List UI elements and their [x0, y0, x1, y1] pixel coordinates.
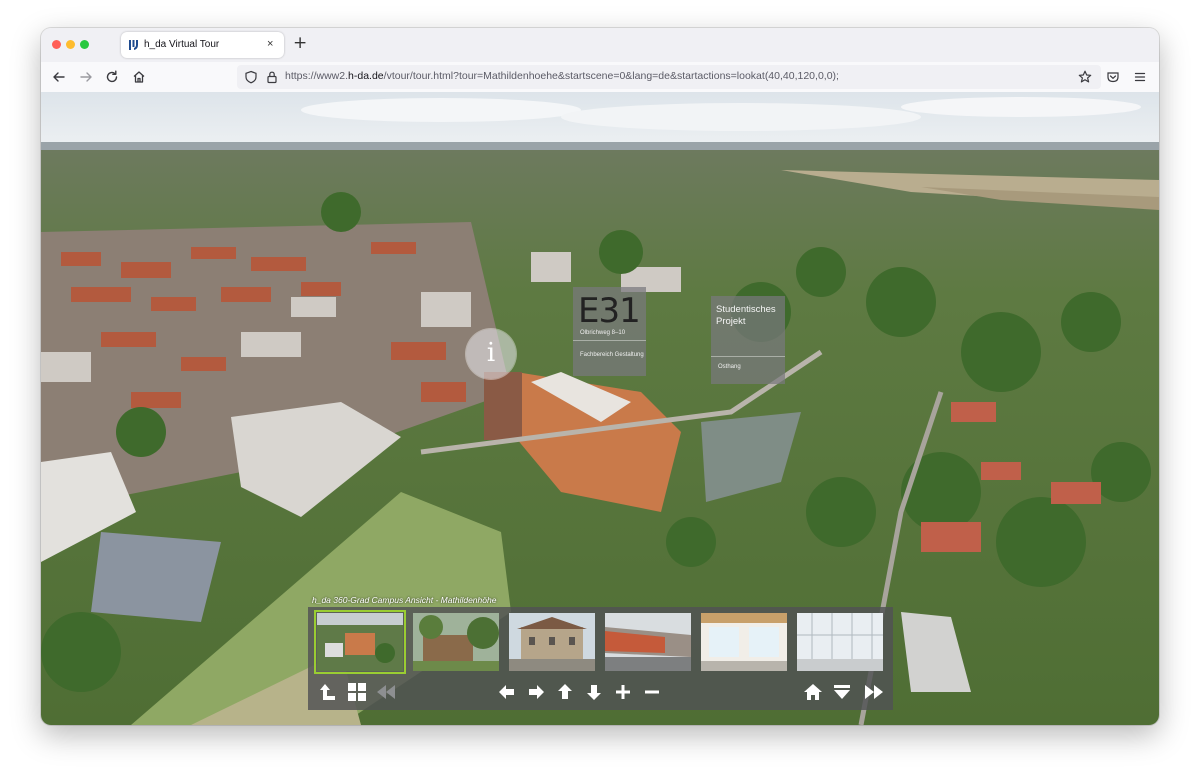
lock-icon[interactable]: [263, 68, 281, 86]
tab-close-icon[interactable]: ×: [267, 37, 273, 51]
poi-project-location: Osthang: [718, 364, 741, 370]
thumbnail-scene-5[interactable]: [701, 613, 787, 671]
thumbnail-interior-hall-image: [701, 613, 787, 671]
zoom-window-button[interactable]: [80, 40, 89, 49]
minimize-window-button[interactable]: [66, 40, 75, 49]
thumbnail-aerial-image: [317, 613, 403, 671]
thumbnail-scene-2[interactable]: [413, 613, 499, 671]
url-path: /vtour/tour.html?tour=Mathildenhoehe&sta…: [383, 70, 839, 82]
zoom-in-icon[interactable]: [612, 681, 634, 703]
thumbnails-grid-icon[interactable]: [346, 681, 368, 703]
thumbnail-building-trees-image: [413, 613, 499, 671]
address-bar[interactable]: https://www2.h-da.de/vtour/tour.html?tou…: [237, 65, 1101, 89]
thumbnail-glass-facade-image: [797, 613, 883, 671]
pocket-icon[interactable]: [1104, 68, 1122, 86]
navigation-toolbar: https://www2.h-da.de/vtour/tour.html?tou…: [41, 62, 1159, 93]
reload-icon[interactable]: [103, 68, 121, 86]
back-icon[interactable]: [50, 68, 68, 86]
thumbnail-scene-1[interactable]: [314, 610, 406, 674]
poi-e31-address: Olbrichweg 8–10: [580, 330, 626, 336]
next-scene-icon[interactable]: [863, 681, 885, 703]
url-text[interactable]: https://www2.h-da.de/vtour/tour.html?tou…: [285, 70, 839, 82]
thumbnail-scene-6[interactable]: [797, 613, 883, 671]
tab-strip: h_da Virtual Tour × +: [41, 28, 1159, 62]
hda-logo-icon: [129, 40, 138, 50]
close-window-button[interactable]: [52, 40, 61, 49]
tab-title: h_da Virtual Tour: [144, 39, 220, 50]
thumbnail-scene-3[interactable]: [509, 613, 595, 671]
poi-e31-divider: [573, 340, 646, 341]
menu-icon[interactable]: [1131, 68, 1149, 86]
pan-right-icon[interactable]: [525, 681, 547, 703]
bookmark-star-icon[interactable]: [1076, 68, 1094, 86]
forward-icon[interactable]: [77, 68, 95, 86]
poi-e31-code: E31: [578, 291, 641, 331]
poi-project-divider: [711, 356, 785, 357]
url-host: h-da.de: [348, 70, 384, 82]
home-icon[interactable]: [130, 68, 148, 86]
info-icon: i: [486, 338, 496, 368]
tour-panel-caption: h_da 360-Grad Campus Ansicht - Mathilden…: [312, 595, 497, 605]
new-tab-button[interactable]: +: [293, 34, 307, 52]
browser-window: h_da Virtual Tour × + https://www2.h-da.…: [41, 28, 1159, 725]
up-level-icon[interactable]: [317, 681, 339, 703]
poi-e31-marker[interactable]: E31 Olbrichweg 8–10 Fachbereich Gestaltu…: [573, 287, 646, 376]
thumbnail-villa-image: [509, 613, 595, 671]
pan-left-icon[interactable]: [496, 681, 518, 703]
thumbnail-scene-4[interactable]: [605, 613, 691, 671]
shield-icon[interactable]: [242, 68, 260, 86]
pan-up-icon[interactable]: [554, 681, 576, 703]
previous-scene-icon[interactable]: [375, 681, 397, 703]
url-prefix: https://www2.: [285, 70, 349, 82]
hide-panel-icon[interactable]: [831, 681, 853, 703]
poi-student-project-marker[interactable]: Studentisches Projekt Osthang: [711, 296, 785, 384]
tab-h-da-virtual-tour[interactable]: h_da Virtual Tour ×: [121, 32, 284, 58]
tour-control-panel: [308, 607, 893, 710]
info-hotspot[interactable]: i: [466, 329, 516, 379]
zoom-out-icon[interactable]: [641, 681, 663, 703]
poi-e31-department: Fachbereich Gestaltung: [580, 352, 644, 358]
pan-down-icon[interactable]: [583, 681, 605, 703]
thumbnail-modern-building-image: [605, 613, 691, 671]
poi-project-title: Studentisches Projekt: [716, 304, 776, 327]
panorama-viewport[interactable]: i E31 Olbrichweg 8–10 Fachbereich Gestal…: [41, 92, 1159, 725]
home-view-icon[interactable]: [802, 681, 824, 703]
